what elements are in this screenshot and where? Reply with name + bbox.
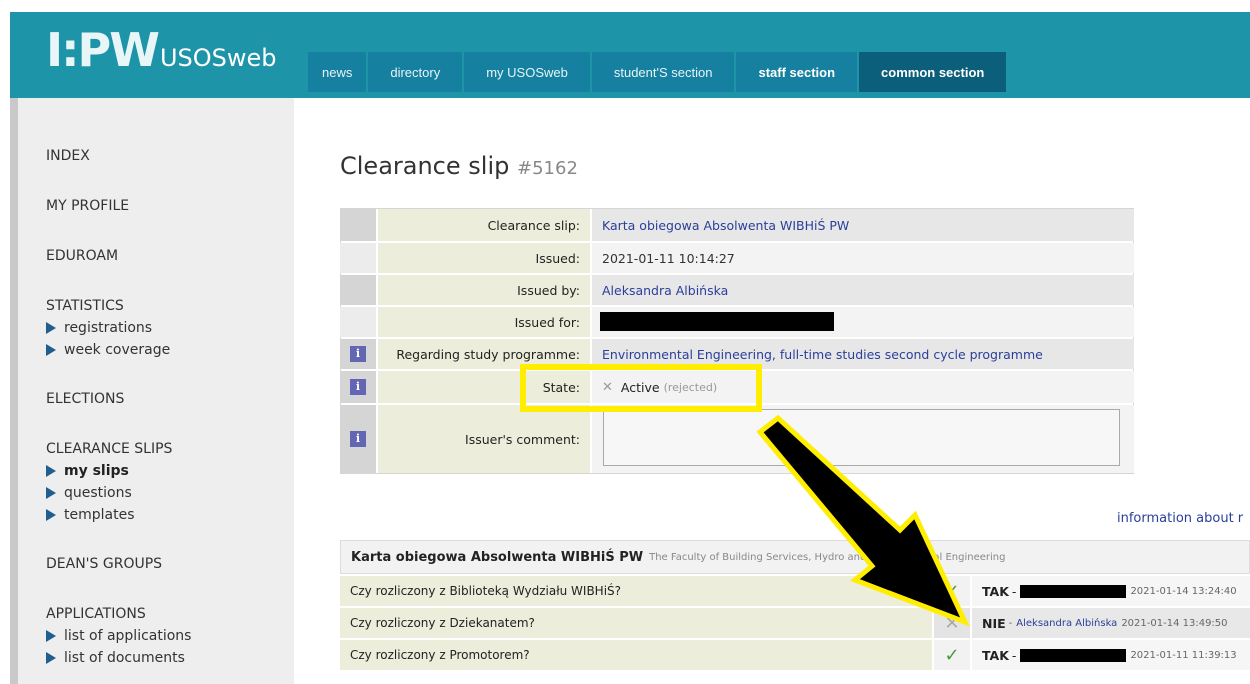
redacted-name	[1020, 648, 1127, 662]
tab-my-usosweb[interactable]: my USOSweb	[464, 52, 590, 92]
row-icon-cell: i	[340, 405, 378, 473]
sidebar-item-eduroam[interactable]: EDUROAM	[46, 248, 118, 264]
answer: TAK	[982, 647, 1009, 663]
tab-students-section[interactable]: student'S section	[591, 52, 735, 92]
row-icon-cell: i	[340, 371, 378, 403]
issuer-link[interactable]: Aleksandra Albińska	[602, 283, 728, 298]
sidebar-item-statistics[interactable]: STATISTICS	[46, 298, 124, 314]
sidebar-item-registrations[interactable]: registrations	[46, 320, 152, 336]
sidebar-item-elections[interactable]: ELECTIONS	[46, 391, 124, 407]
answer-person-link[interactable]: Aleksandra Albińska	[1016, 618, 1117, 629]
checklist-header: Karta obiegowa Absolwenta WIBHiŚ PW The …	[340, 540, 1250, 574]
answer: TAK	[982, 583, 1009, 599]
page-title-text: Clearance slip	[340, 152, 510, 180]
answer-date: 2021-01-11 11:39:13	[1130, 649, 1237, 661]
label-issued-for: Issued for:	[378, 307, 592, 337]
sidebar-item-label: questions	[64, 485, 132, 501]
redacted-name	[600, 312, 834, 331]
sidebar: INDEX MY PROFILE EDUROAM STATISTICS regi…	[10, 98, 294, 684]
row-clearance-slip: Clearance slip: Karta obiegowa Absolwent…	[340, 209, 1134, 241]
value-issued-by: Aleksandra Albińska	[592, 275, 1134, 305]
page-title: Clearance slip #5162	[340, 152, 578, 180]
row-icon-cell	[340, 243, 378, 273]
comment-textarea[interactable]	[603, 409, 1120, 466]
separator: -	[1008, 617, 1013, 629]
sidebar-item-label: my slips	[64, 463, 129, 479]
slip-number: #5162	[517, 158, 578, 179]
sidebar-item-label: list of documents	[64, 650, 185, 666]
checklist-result: TAK - 2021-01-14 13:24:40	[972, 576, 1250, 606]
checkmark-icon: ✓	[934, 576, 972, 606]
checklist-result: NIE - Aleksandra Albińska 2021-01-14 13:…	[972, 608, 1250, 638]
answer-date: 2021-01-14 13:49:50	[1121, 617, 1228, 629]
tab-common-section[interactable]: common section	[859, 52, 1007, 92]
checklist-row: Czy rozliczony z Promotorem? ✓ TAK - 202…	[340, 640, 1250, 670]
triangle-right-icon	[46, 465, 56, 477]
triangle-right-icon	[46, 509, 56, 521]
highlight-box	[520, 364, 762, 412]
main-nav: news directory my USOSweb student'S sect…	[308, 52, 1008, 98]
sidebar-item-label: registrations	[64, 320, 153, 336]
checklist-row: Czy rozliczony z Biblioteką Wydziału WIB…	[340, 576, 1250, 606]
sidebar-item-questions[interactable]: questions	[46, 485, 132, 501]
checklist-row: Czy rozliczony z Dziekanatem? ✕ NIE - Al…	[340, 608, 1250, 638]
redacted-name	[1020, 584, 1127, 598]
sidebar-item-label: templates	[64, 507, 135, 523]
cross-icon: ✕	[934, 608, 972, 638]
faculty-name: The Faculty of Building Services, Hydro …	[649, 551, 1006, 563]
sidebar-item-label: week coverage	[64, 342, 171, 358]
triangle-right-icon	[46, 344, 56, 356]
sidebar-item-list-of-applications[interactable]: list of applications	[46, 628, 191, 644]
tab-news[interactable]: news	[308, 52, 367, 92]
triangle-right-icon	[46, 322, 56, 334]
sidebar-item-templates[interactable]: templates	[46, 507, 135, 523]
logo-text: USOSweb	[159, 44, 277, 72]
checklist-result: TAK - 2021-01-11 11:39:13	[972, 640, 1250, 670]
sidebar-item-clearance-slips[interactable]: CLEARANCE SLIPS	[46, 441, 172, 457]
header-bar: I:PW USOSweb news directory my USOSweb s…	[10, 12, 1250, 98]
sidebar-item-my-slips[interactable]: my slips	[46, 463, 129, 479]
value-issued: 2021-01-11 10:14:27	[592, 243, 1134, 273]
sidebar-item-index[interactable]: INDEX	[46, 148, 90, 164]
clearance-slip-link[interactable]: Karta obiegowa Absolwenta WIBHiŚ PW	[602, 218, 849, 233]
sidebar-item-deans-groups[interactable]: DEAN'S GROUPS	[46, 556, 162, 572]
row-icon-cell	[340, 307, 378, 337]
checklist-question: Czy rozliczony z Biblioteką Wydziału WIB…	[340, 576, 934, 606]
answer-date: 2021-01-14 13:24:40	[1130, 585, 1237, 597]
triangle-right-icon	[46, 652, 56, 664]
checkmark-icon: ✓	[934, 640, 972, 670]
label-issued-by: Issued by:	[378, 275, 592, 305]
row-icon-cell: i	[340, 339, 378, 369]
answer: NIE	[982, 615, 1006, 631]
checklist-question: Czy rozliczony z Dziekanatem?	[340, 608, 934, 638]
label-clearance-slip: Clearance slip:	[378, 209, 592, 241]
label-comment: Issuer's comment:	[378, 405, 592, 473]
programme-link[interactable]: Environmental Engineering, full-time stu…	[602, 347, 1043, 362]
info-icon[interactable]: i	[350, 431, 366, 447]
sidebar-item-week-coverage[interactable]: week coverage	[46, 342, 170, 358]
tab-directory[interactable]: directory	[368, 52, 463, 92]
sidebar-item-label: list of applications	[64, 628, 192, 644]
value-clearance-slip: Karta obiegowa Absolwenta WIBHiŚ PW	[592, 209, 1134, 241]
row-icon-cell	[340, 275, 378, 305]
separator: -	[1011, 647, 1017, 663]
checklist-question: Czy rozliczony z Promotorem?	[340, 640, 934, 670]
info-icon[interactable]: i	[350, 379, 366, 395]
row-issued-by: Issued by: Aleksandra Albińska	[340, 275, 1134, 305]
sidebar-item-my-profile[interactable]: MY PROFILE	[46, 198, 129, 214]
row-issued: Issued: 2021-01-11 10:14:27	[340, 243, 1134, 273]
sidebar-item-list-of-documents[interactable]: list of documents	[46, 650, 185, 666]
tab-staff-section[interactable]: staff section	[736, 52, 858, 92]
usosweb-logo[interactable]: I:PW USOSweb	[46, 18, 277, 78]
pw-logo-mark: I:PW	[46, 23, 160, 77]
separator: -	[1011, 583, 1017, 599]
sidebar-item-applications[interactable]: APPLICATIONS	[46, 606, 146, 622]
row-icon-cell	[340, 209, 378, 241]
information-link[interactable]: information about r	[1117, 511, 1243, 526]
label-issued: Issued:	[378, 243, 592, 273]
checklist-title: Karta obiegowa Absolwenta WIBHiŚ PW	[351, 549, 644, 565]
info-icon[interactable]: i	[350, 346, 366, 362]
triangle-right-icon	[46, 487, 56, 499]
triangle-right-icon	[46, 630, 56, 642]
